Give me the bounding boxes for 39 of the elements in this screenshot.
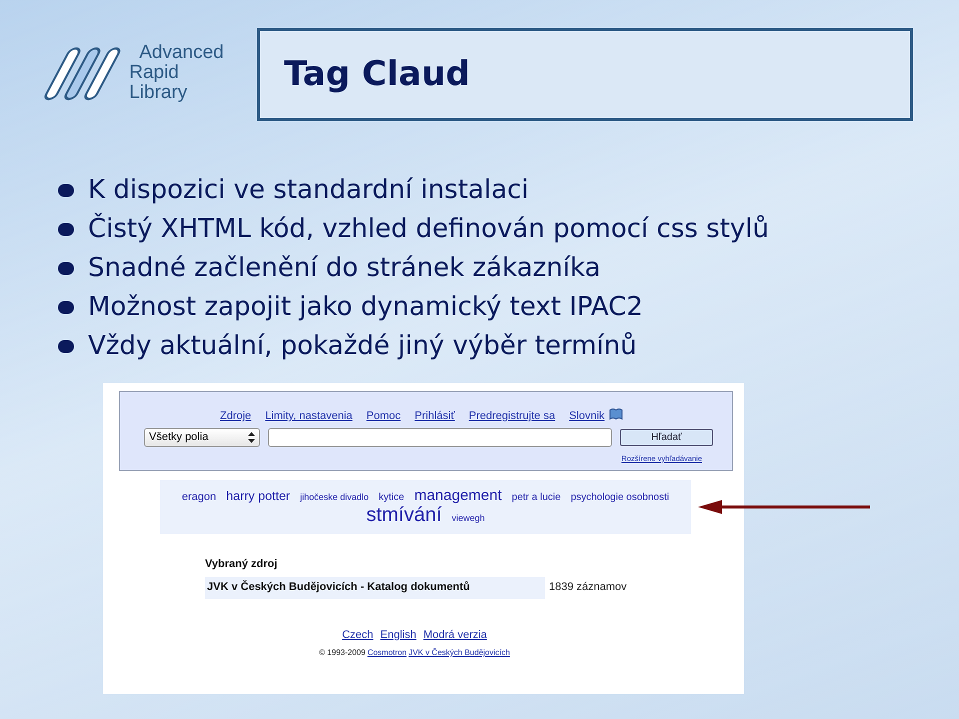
logo-text: Library xyxy=(129,83,188,103)
footer-link[interactable]: Cosmotron xyxy=(367,647,407,659)
slide-title: Tag Claud xyxy=(284,53,470,96)
logo-text: Rapid xyxy=(129,63,180,83)
tag-link[interactable]: management xyxy=(414,486,502,504)
tag-link[interactable]: psychologie osobnosti xyxy=(570,492,670,504)
bullet-text: K dispozici ve standardní instalaci xyxy=(88,174,529,207)
footer-link[interactable]: JVK v Českých Budějovicích xyxy=(408,647,510,659)
bullet-text: Čistý XHTML kód, vzhled definován pomocí css stylů xyxy=(88,212,770,246)
language-link[interactable]: Modrá verzia xyxy=(423,626,487,643)
record-count: 1839 záznamov xyxy=(549,580,627,596)
nav-link[interactable]: Prihlásiť xyxy=(414,408,455,424)
bullet-text: Snadné začlenění do stránek zákazníka xyxy=(88,252,601,285)
search-field[interactable] xyxy=(268,428,612,446)
tag-link[interactable]: petr a lucie xyxy=(512,492,561,504)
logo-text: Advanced xyxy=(138,43,224,63)
bullet-text: Možnost zapojit jako dynamický text IPAC2 xyxy=(88,291,643,324)
tag-link[interactable]: jihočeske divadlo xyxy=(300,492,369,502)
tag-link[interactable]: viewegh xyxy=(452,513,485,524)
tag-link[interactable]: kytice xyxy=(378,492,404,504)
search-button[interactable]: Hľadať xyxy=(620,428,713,446)
nav-link[interactable]: Slovnik xyxy=(569,408,605,424)
nav-link[interactable]: Limity, nastavenia xyxy=(265,408,352,424)
field-select[interactable]: Všetky polia xyxy=(144,428,260,446)
updown-icon xyxy=(248,432,255,442)
source-name: JVK v Českých Budějovicích - Katalog dokumentů xyxy=(205,576,545,598)
book-icon xyxy=(608,408,623,420)
nav-link[interactable]: Predregistrujte sa xyxy=(468,408,556,424)
nav-link[interactable]: Pomoc xyxy=(366,408,401,424)
bullet-text: Vždy aktuální, pokaždé jiný výběr termínů xyxy=(88,330,637,363)
arrow-icon xyxy=(698,499,871,515)
language-link[interactable]: English xyxy=(380,626,416,643)
language-link[interactable]: Czech xyxy=(342,626,374,643)
tag-link[interactable]: eragon xyxy=(182,490,216,504)
tag-link[interactable]: harry potter xyxy=(226,488,290,504)
nav-link[interactable]: Zdroje xyxy=(220,408,252,424)
source-heading: Vybraný zdroj xyxy=(205,557,278,572)
tag-link[interactable]: stmívání xyxy=(366,504,442,528)
copyright-text: © 1993-2009 xyxy=(319,647,366,659)
